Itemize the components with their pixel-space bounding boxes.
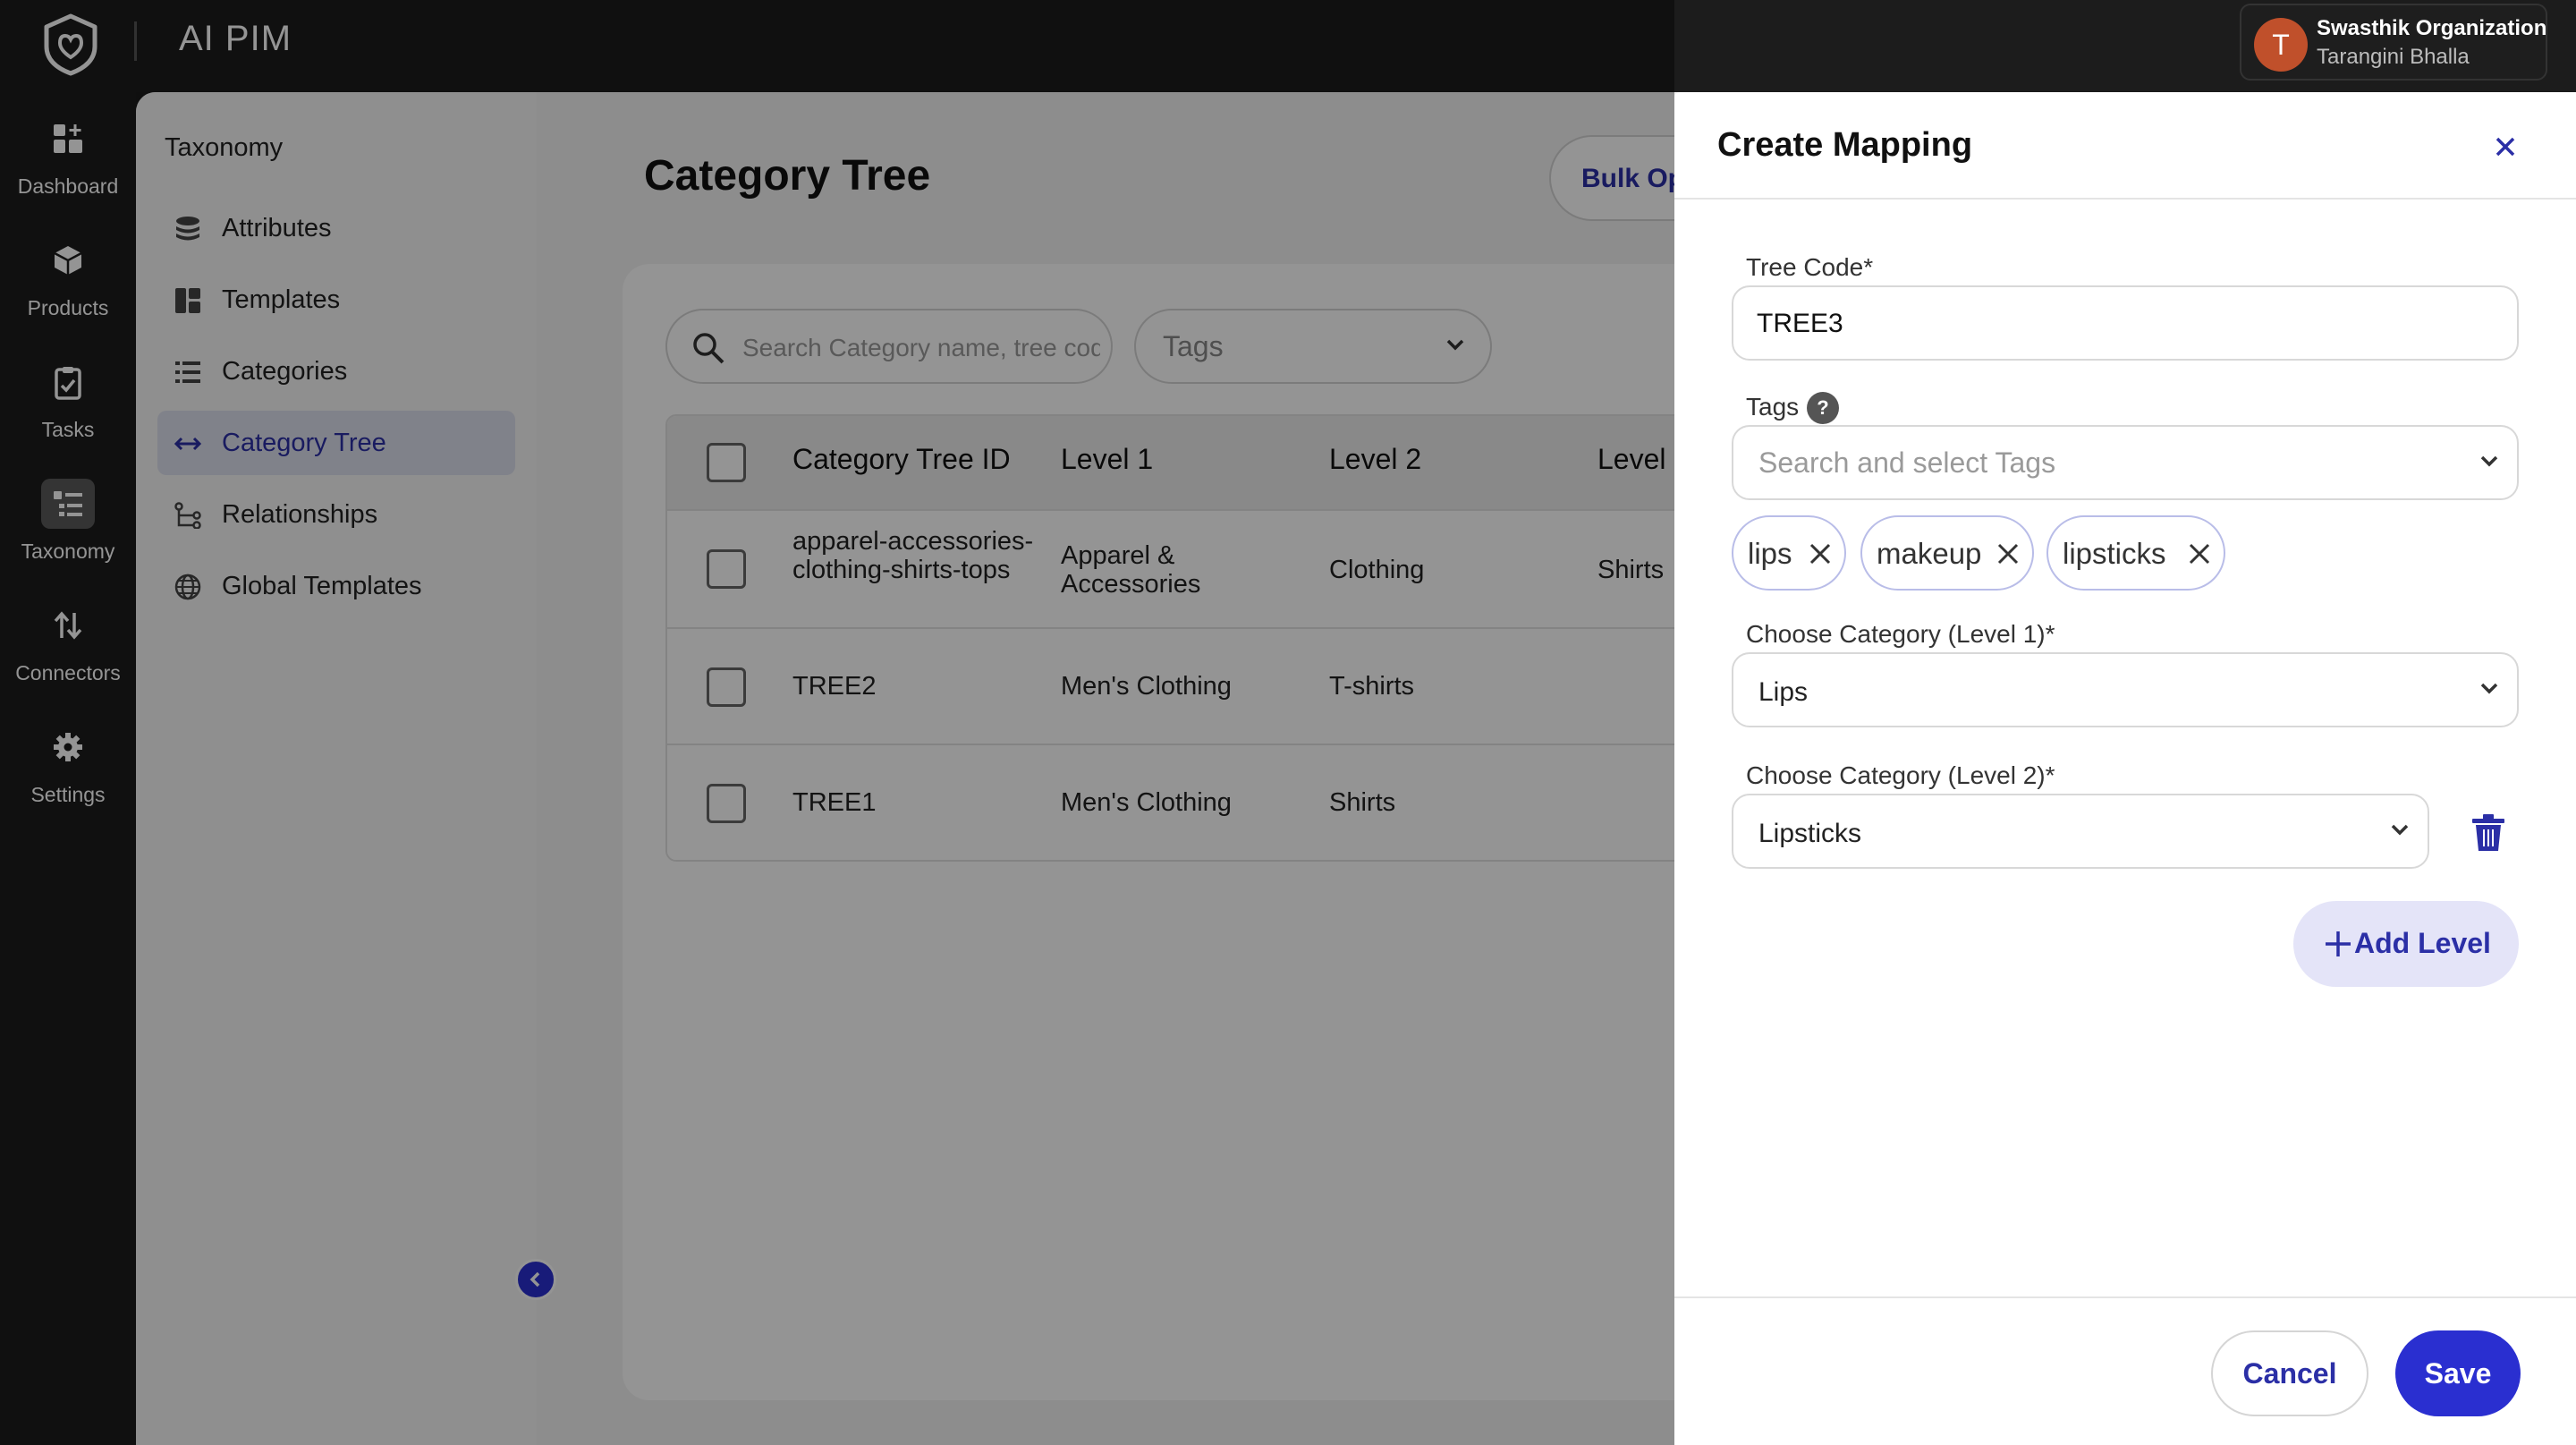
tag-chip: lips [1732,515,1846,591]
org-user-name: Tarangini Bhalla [2317,45,2470,69]
help-icon[interactable]: ? [1807,392,1839,424]
drawer-title: Create Mapping [1717,126,1973,164]
chevron-down-icon [2480,683,2498,694]
close-icon[interactable] [2490,132,2521,162]
level2-select[interactable]: Lipsticks [1732,794,2429,869]
close-icon[interactable] [2188,542,2211,565]
level2-value: Lipsticks [1758,819,1862,848]
tree-code-label: Tree Code* [1746,253,1874,281]
chevron-down-icon [2480,455,2498,467]
org-name: Swasthik Organization [2317,16,2547,40]
divider [1674,1296,2576,1298]
create-mapping-drawer: Create Mapping Tree Code* TREE3 Tags ? S… [1674,92,2576,1445]
tag-chip-label: lips [1748,537,1792,570]
add-level-button[interactable]: Add Level [2293,901,2519,987]
tree-code-field[interactable]: TREE3 [1732,285,2519,361]
level2-label: Choose Category (Level 2)* [1746,761,2055,789]
tags-select[interactable]: Search and select Tags [1732,425,2519,500]
level1-label: Choose Category (Level 1)* [1746,620,2055,648]
plus-icon [2326,931,2351,956]
level1-value: Lips [1758,677,1809,707]
tag-chip-label: lipsticks [2063,537,2166,570]
level1-select[interactable]: Lips [1732,652,2519,727]
add-level-label: Add Level [2354,927,2491,959]
avatar: T [2254,18,2308,72]
tree-code-value: TREE3 [1757,309,1843,338]
tags-label: Tags [1746,393,1800,421]
tags-placeholder: Search and select Tags [1758,446,2056,479]
close-icon[interactable] [1996,542,2020,565]
trash-icon[interactable] [2470,813,2506,853]
tag-chip: lipsticks [2046,515,2225,591]
save-button[interactable]: Save [2395,1330,2521,1416]
close-icon[interactable] [1809,542,1832,565]
divider [1674,198,2576,200]
chevron-down-icon [2391,824,2409,836]
org-switcher[interactable]: T Swasthik Organization Tarangini Bhalla [2240,4,2547,81]
cancel-button[interactable]: Cancel [2211,1330,2368,1416]
tag-chip-label: makeup [1877,537,1982,570]
modal-overlay[interactable] [0,0,1674,1445]
tag-chip: makeup [1860,515,2034,591]
